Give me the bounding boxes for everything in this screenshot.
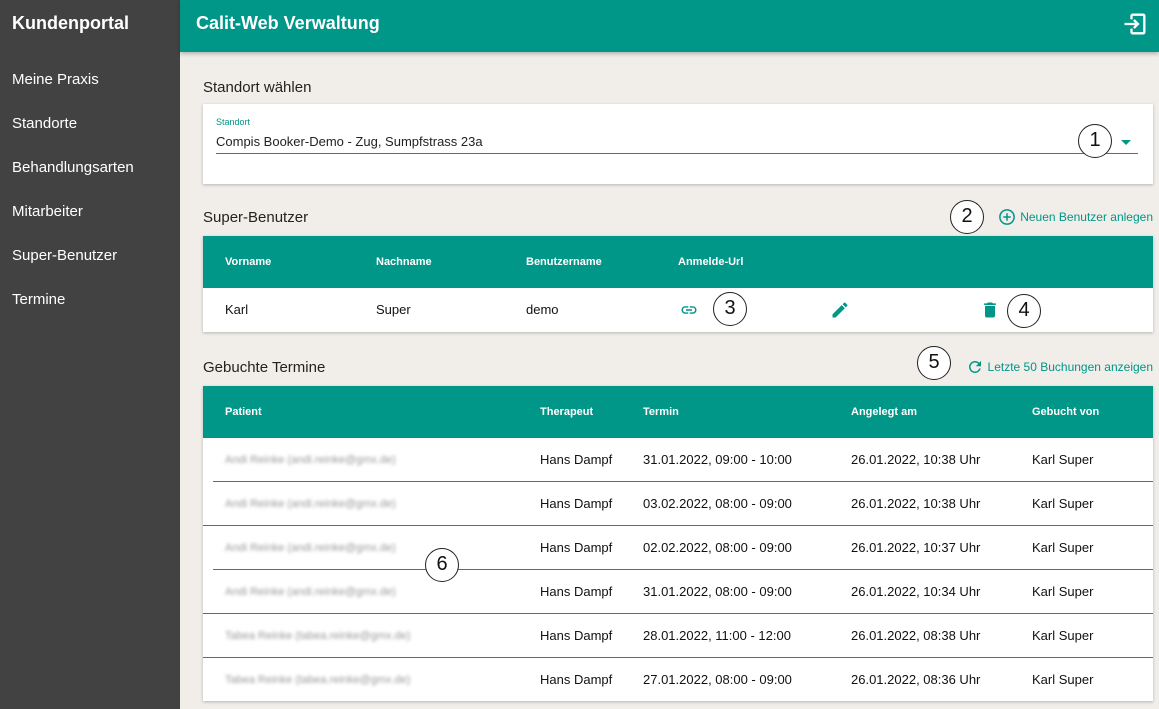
callout-badge-3: 3 (713, 292, 747, 326)
cell-patient: Andi Reinke (andi.reinke@gmx.de) (225, 498, 396, 510)
cell-nachname: Super (376, 302, 411, 317)
table-row: Andi Reinke (andi.reinke@gmx.de) Hans Da… (203, 570, 1153, 614)
column-header-nachname: Nachname (376, 256, 432, 268)
termine-table-header: Patient Therapeut Termin Angelegt am Geb… (203, 386, 1153, 438)
sidebar-item-standorte[interactable]: Standorte (0, 102, 180, 146)
cell-therapeut: Hans Dampf (540, 540, 613, 555)
app-header: Calit-Web Verwaltung (180, 0, 1159, 52)
cell-termin: 03.02.2022, 08:00 - 09:00 (643, 496, 792, 511)
cell-gebucht-von: Karl Super (1032, 628, 1094, 643)
cell-patient: Andi Reinke (andi.reinke@gmx.de) (225, 586, 396, 598)
column-header-angelegt-am: Angelegt am (851, 406, 918, 418)
standort-field-label: Standort (216, 117, 251, 127)
standort-card: Standort Compis Booker-Demo - Zug, Sumpf… (203, 104, 1153, 184)
cell-therapeut: Hans Dampf (540, 628, 613, 643)
sidebar-title: Kundenportal (12, 13, 129, 33)
column-header-termin: Termin (643, 406, 679, 418)
cell-termin: 27.01.2022, 08:00 - 09:00 (643, 672, 792, 687)
sidebar-item-meine-praxis[interactable]: Meine Praxis (0, 58, 180, 102)
add-circle-icon (999, 209, 1016, 225)
superusers-table-header: Vorname Nachname Benutzername Anmelde-Ur… (203, 236, 1153, 288)
table-row: Andi Reinke (andi.reinke@gmx.de) Hans Da… (203, 526, 1153, 570)
cell-benutzername: demo (526, 302, 559, 317)
column-header-benutzername: Benutzername (526, 256, 602, 268)
cell-gebucht-von: Karl Super (1032, 672, 1094, 687)
cell-patient: Andi Reinke (andi.reinke@gmx.de) (225, 454, 396, 466)
cell-termin: 31.01.2022, 08:00 - 09:00 (643, 584, 792, 599)
page-title: Calit-Web Verwaltung (196, 13, 380, 33)
superusers-table: Vorname Nachname Benutzername Anmelde-Ur… (203, 236, 1153, 332)
cell-therapeut: Hans Dampf (540, 672, 613, 687)
termine-section-title: Gebuchte Termine (203, 359, 326, 376)
superusers-section-title: Super-Benutzer (203, 209, 309, 226)
cell-patient: Tabea Reinke (tabea.reinke@gmx.de) (225, 630, 411, 642)
cell-gebucht-von: Karl Super (1032, 452, 1094, 467)
sidebar-item-behandlungsarten[interactable]: Behandlungsarten (0, 146, 180, 190)
cell-vorname: Karl (225, 302, 249, 317)
column-header-anmelde-url: Anmelde-Url (678, 256, 744, 268)
show-last-bookings-label: Letzte 50 Buchungen anzeigen (987, 360, 1153, 374)
refresh-icon (968, 361, 981, 373)
chevron-down-icon[interactable] (1121, 140, 1131, 145)
column-header-patient: Patient (225, 406, 262, 418)
cell-termin: 31.01.2022, 09:00 - 10:00 (643, 452, 792, 467)
delete-trash-icon[interactable] (980, 300, 1000, 320)
callout-badge-2: 2 (950, 200, 984, 234)
callout-badge-1: 1 (1078, 124, 1112, 158)
table-row: Tabea Reinke (tabea.reinke@gmx.de) Hans … (203, 614, 1153, 658)
cell-therapeut: Hans Dampf (540, 452, 613, 467)
cell-termin: 02.02.2022, 08:00 - 09:00 (643, 540, 792, 555)
cell-angelegt-am: 26.01.2022, 08:38 Uhr (851, 628, 981, 643)
sidebar-item-super-benutzer[interactable]: Super-Benutzer (0, 234, 180, 278)
sidebar-item-termine[interactable]: Termine (0, 278, 180, 322)
cell-patient: Tabea Reinke (tabea.reinke@gmx.de) (225, 674, 411, 686)
callout-badge-4: 4 (1007, 294, 1041, 328)
logout-icon[interactable] (1121, 10, 1149, 38)
cell-patient: Andi Reinke (andi.reinke@gmx.de) (225, 542, 396, 554)
column-header-gebucht-von: Gebucht von (1032, 406, 1100, 418)
termine-table: Patient Therapeut Termin Angelegt am Geb… (203, 386, 1153, 701)
cell-termin: 28.01.2022, 11:00 - 12:00 (643, 628, 791, 643)
add-user-button[interactable]: Neuen Benutzer anlegen (998, 208, 1153, 226)
column-header-therapeut: Therapeut (540, 406, 594, 418)
link-icon[interactable] (678, 301, 700, 319)
table-row: Andi Reinke (andi.reinke@gmx.de) Hans Da… (203, 438, 1153, 482)
cell-angelegt-am: 26.01.2022, 08:36 Uhr (851, 672, 981, 687)
table-row: Andi Reinke (andi.reinke@gmx.de) Hans Da… (203, 482, 1153, 526)
add-user-label: Neuen Benutzer anlegen (1020, 210, 1153, 224)
callout-badge-6: 6 (425, 548, 459, 582)
cell-therapeut: Hans Dampf (540, 584, 613, 599)
standort-underline (216, 153, 1138, 154)
show-last-bookings-button[interactable]: Letzte 50 Buchungen anzeigen (966, 358, 1153, 376)
cell-angelegt-am: 26.01.2022, 10:38 Uhr (851, 452, 981, 467)
edit-pencil-icon[interactable] (830, 300, 850, 320)
cell-gebucht-von: Karl Super (1032, 496, 1094, 511)
cell-therapeut: Hans Dampf (540, 496, 613, 511)
table-row: Tabea Reinke (tabea.reinke@gmx.de) Hans … (203, 658, 1153, 702)
sidebar: Kundenportal Meine Praxis Standorte Beha… (0, 0, 180, 709)
sidebar-item-mitarbeiter[interactable]: Mitarbeiter (0, 190, 180, 234)
cell-angelegt-am: 26.01.2022, 10:34 Uhr (851, 584, 981, 599)
cell-gebucht-von: Karl Super (1032, 540, 1094, 555)
cell-angelegt-am: 26.01.2022, 10:38 Uhr (851, 496, 981, 511)
callout-badge-5: 5 (917, 346, 951, 380)
standort-section-title: Standort wählen (203, 79, 312, 96)
cell-gebucht-von: Karl Super (1032, 584, 1094, 599)
column-header-vorname: Vorname (225, 256, 272, 268)
standort-select[interactable]: Compis Booker-Demo - Zug, Sumpfstrass 23… (216, 134, 483, 149)
cell-angelegt-am: 26.01.2022, 10:37 Uhr (851, 540, 981, 555)
